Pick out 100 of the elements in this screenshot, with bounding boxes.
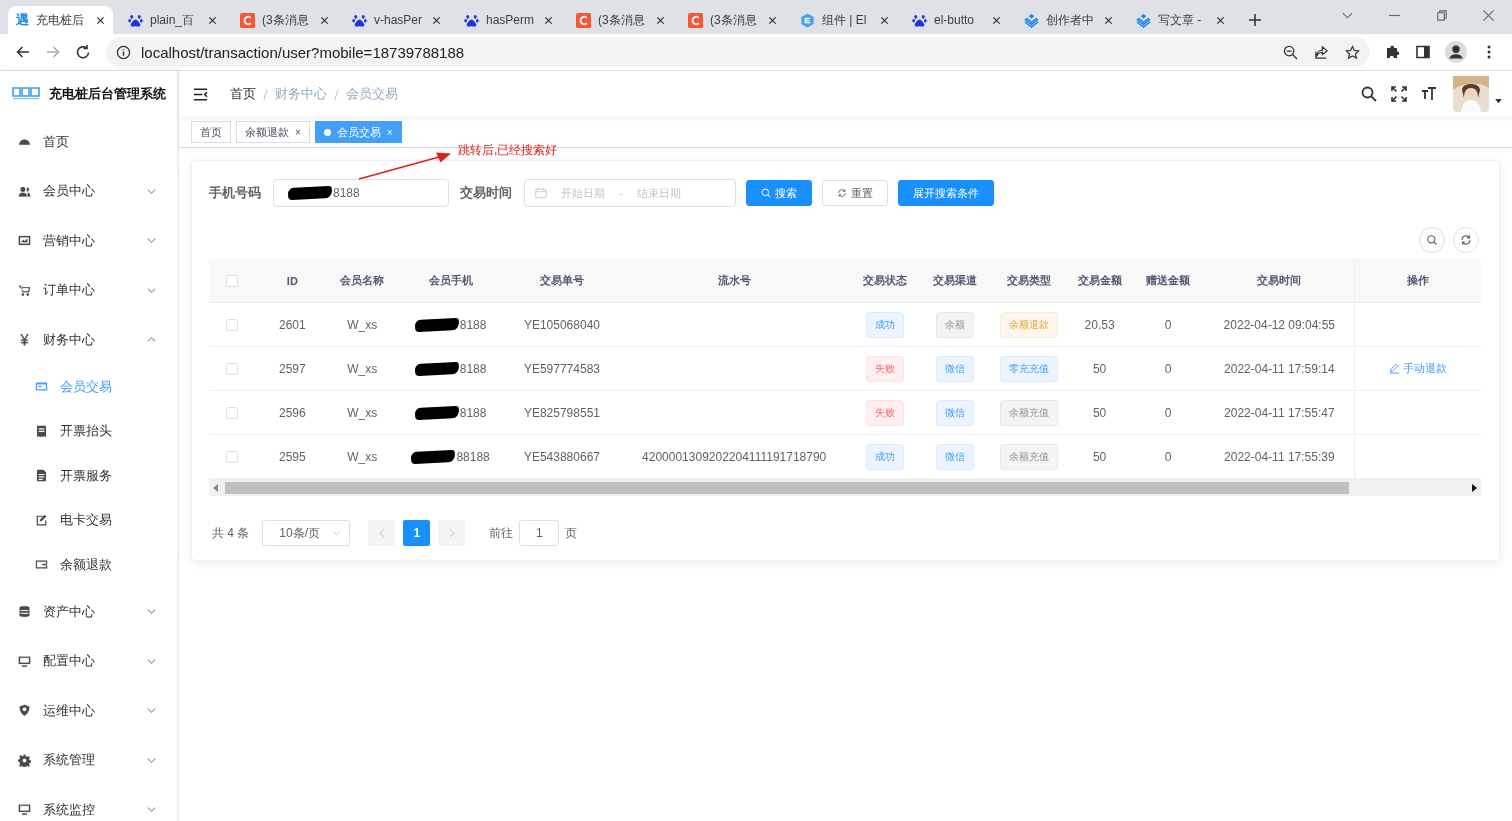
- table-cell: 2596: [279, 405, 306, 420]
- menu-item[interactable]: 会员中心: [0, 166, 177, 216]
- type-tag: 余额充值: [1000, 399, 1059, 426]
- view-tab[interactable]: 首页: [191, 121, 231, 143]
- menu-item[interactable]: 首页: [0, 117, 177, 167]
- submenu-item[interactable]: 开票抬头: [0, 409, 177, 454]
- column-header: 交易单号: [539, 273, 584, 288]
- star-icon[interactable]: [1345, 44, 1360, 60]
- menu-item[interactable]: 营销中心: [0, 216, 177, 266]
- table-cell: 2022-04-11 17:55:47: [1224, 405, 1335, 420]
- column-header: 流水号: [717, 273, 751, 288]
- logo-icon: [12, 86, 40, 102]
- menu-icon[interactable]: [193, 86, 208, 102]
- fullscreen-icon[interactable]: [1391, 86, 1407, 102]
- breadcrumb-item[interactable]: 首页: [230, 85, 256, 103]
- font-size-icon[interactable]: [1421, 86, 1437, 102]
- menu-item[interactable]: 配置中心: [0, 636, 177, 686]
- view-tab[interactable]: 余额退款 ×: [236, 121, 310, 143]
- horizontal-scrollbar[interactable]: [209, 479, 1481, 496]
- address-bar[interactable]: localhost/transaction/user?mobile=18739788188: [106, 37, 1370, 67]
- close-icon[interactable]: [96, 15, 105, 25]
- close-icon[interactable]: [208, 15, 217, 25]
- reset-button[interactable]: 重置: [822, 180, 888, 206]
- zoom-out-icon[interactable]: [1283, 44, 1298, 60]
- profile-icon[interactable]: [1445, 41, 1467, 63]
- side-panel-icon[interactable]: [1415, 44, 1431, 60]
- page-input[interactable]: 1: [519, 520, 560, 546]
- browser-tab[interactable]: 创作者中: [1016, 6, 1121, 34]
- page-size-select[interactable]: 10条/页: [262, 520, 351, 546]
- submenu-item[interactable]: 余额退款: [0, 542, 177, 587]
- chevron-down-icon: [332, 530, 342, 536]
- back-icon[interactable]: [15, 44, 31, 60]
- menu-item[interactable]: 系统监控: [0, 785, 177, 821]
- search-icon: [761, 188, 771, 198]
- close-icon[interactable]: [992, 15, 1001, 25]
- menu-item[interactable]: 运维中心: [0, 686, 177, 736]
- close-icon[interactable]: [1104, 15, 1113, 25]
- reload-icon[interactable]: [75, 44, 91, 60]
- browser-tab[interactable]: 遇 充电桩后: [8, 6, 113, 34]
- refresh-icon[interactable]: [1453, 227, 1479, 253]
- chevron-right-icon: [448, 528, 455, 538]
- table-cell: 0: [1164, 317, 1172, 332]
- browser-tab[interactable]: 写文章 -: [1128, 6, 1233, 34]
- close-icon[interactable]: [320, 15, 329, 25]
- channel-tag: 微信: [936, 399, 975, 426]
- submenu-item[interactable]: 开票服务: [0, 453, 177, 498]
- shield-icon: [18, 704, 31, 718]
- paw-icon: [464, 12, 479, 28]
- close-icon[interactable]: [768, 15, 777, 25]
- close-icon[interactable]: [1216, 15, 1225, 25]
- browser-tab[interactable]: (3条消息: [568, 6, 673, 34]
- scroll-right-icon[interactable]: [1471, 483, 1477, 492]
- close-icon[interactable]: [432, 15, 441, 25]
- browser-tab[interactable]: v-hasPer: [344, 6, 449, 34]
- refresh-icon: [837, 188, 847, 198]
- table-cell: YE105068040: [523, 317, 600, 332]
- column-header: 交易类型: [1007, 273, 1052, 288]
- hexagon-icon: [800, 12, 815, 28]
- table-cell: W_xs: [347, 405, 378, 420]
- checkbox[interactable]: [226, 274, 239, 287]
- checkbox[interactable]: [226, 318, 239, 331]
- input-field[interactable]: 8188: [273, 179, 449, 207]
- restore-icon[interactable]: [1435, 9, 1448, 22]
- caret-down-icon[interactable]: [1495, 98, 1502, 104]
- checkbox[interactable]: [226, 450, 239, 463]
- share-icon[interactable]: [1314, 44, 1329, 60]
- table-cell: 2022-04-11 17:59:14: [1224, 361, 1335, 376]
- letter-tile-icon: [688, 12, 703, 28]
- table-cell: 2601: [279, 317, 306, 332]
- new-tab-icon[interactable]: [1248, 13, 1262, 27]
- channel-tag: 余额: [936, 311, 975, 338]
- browser-tab[interactable]: hasPerm: [456, 6, 561, 34]
- edit-icon: [35, 513, 48, 527]
- browser-tab[interactable]: (3条消息: [232, 6, 337, 34]
- close-icon[interactable]: [544, 15, 553, 25]
- browser-tab[interactable]: el-butto: [904, 6, 1009, 34]
- goto-label: 前往: [489, 524, 514, 542]
- annotation-text: 跳转后,已经搜索好: [458, 142, 558, 159]
- puzzle-icon[interactable]: [1385, 44, 1401, 60]
- table-cell: 20.53: [1084, 317, 1115, 332]
- browser-tab[interactable]: 组件 | El: [792, 6, 897, 34]
- menu-item[interactable]: 财务中心: [0, 315, 177, 365]
- close-icon[interactable]: [656, 15, 665, 25]
- checkbox[interactable]: [226, 406, 239, 419]
- search-icon[interactable]: [1361, 86, 1377, 102]
- breadcrumb-item: 会员交易: [346, 85, 398, 103]
- checkbox[interactable]: [226, 362, 239, 375]
- chevrons-icon: [1024, 12, 1039, 28]
- monitor-icon: [18, 654, 31, 668]
- column-header: 交易时间: [1257, 273, 1302, 288]
- submenu-item[interactable]: 电卡交易: [0, 498, 177, 543]
- close-icon[interactable]: [880, 15, 889, 25]
- scroll-left-icon[interactable]: [213, 483, 219, 492]
- browser-tab[interactable]: plain_百: [120, 6, 225, 34]
- menu-item[interactable]: 系统管理: [0, 735, 177, 785]
- menu-item[interactable]: 资产中心: [0, 587, 177, 637]
- status-tag: 成功: [865, 443, 904, 470]
- menu-item[interactable]: 订单中心: [0, 265, 177, 315]
- browser-tab[interactable]: (3条消息: [680, 6, 785, 34]
- avatar[interactable]: [1453, 76, 1489, 112]
